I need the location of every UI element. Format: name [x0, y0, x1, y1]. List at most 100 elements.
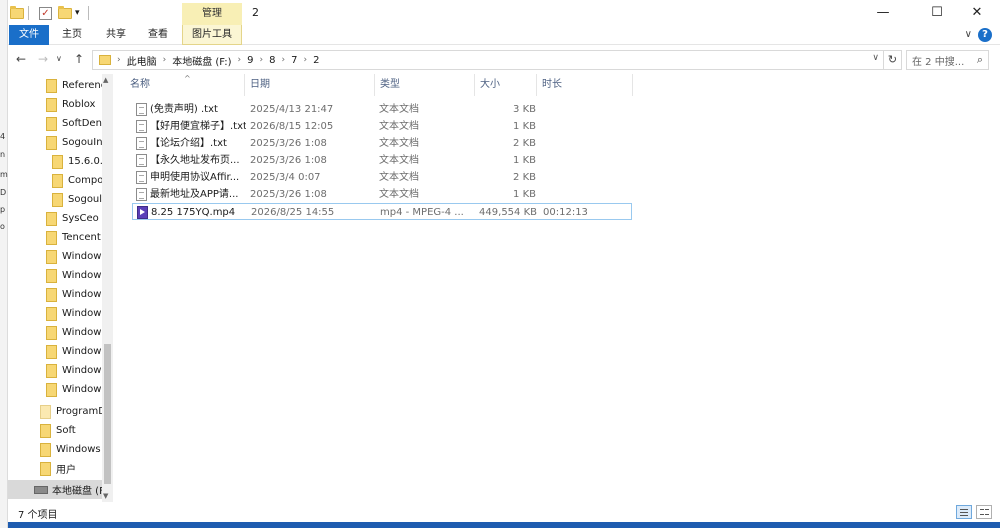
quick-access-folder-icon[interactable] [10, 5, 24, 21]
new-folder-icon[interactable] [58, 5, 72, 21]
nav-item-soft[interactable]: Soft [40, 421, 102, 440]
nav-item-reference[interactable]: Reference [46, 76, 102, 95]
file-row[interactable]: 【好用便宜梯子】.txt 2026/8/15 12:05 文本文档 1 KB [132, 118, 632, 135]
file-size: 2 KB [513, 138, 536, 149]
column-header-name[interactable]: 名称 [124, 74, 244, 96]
column-header-size[interactable]: 大小 [474, 74, 536, 96]
file-name: 【好用便宜梯子】.txt [150, 121, 246, 132]
file-row[interactable]: (免责声明) .txt 2025/4/13 21:47 文本文档 3 KB [132, 101, 632, 118]
folder-icon [99, 55, 111, 65]
nav-item-softdeno[interactable]: SoftDeno [46, 114, 102, 133]
text-document-icon [136, 103, 147, 116]
chevron-right-icon[interactable]: › [161, 55, 169, 65]
file-row-selected[interactable]: 8.25 175YQ.mp4 2026/8/25 14:55 mp4 - MPE… [132, 203, 632, 220]
column-header-type[interactable]: 类型 [374, 74, 474, 96]
address-dropdown-icon[interactable]: ∨ [872, 53, 879, 63]
properties-check-icon[interactable]: ✓ [39, 5, 52, 21]
mp4-video-icon [137, 206, 148, 219]
nav-item-local-disk-f[interactable]: 本地磁盘 (F: [6, 480, 102, 499]
minimize-button[interactable]: — [860, 0, 906, 25]
nav-item-windows-2[interactable]: Window [46, 266, 102, 285]
details-view-button[interactable] [956, 505, 972, 519]
nav-scrollbar-thumb[interactable] [104, 344, 111, 484]
nav-scrollbar[interactable]: ▲ ▼ [102, 74, 113, 502]
nav-item-windows-8[interactable]: Window [46, 380, 102, 399]
file-duration [542, 169, 612, 186]
address-toolbar: ← → ∨ ↑ › 此电脑 › 本地磁盘 (F:) › 9 › 8 › 7 › … [6, 46, 1000, 74]
file-type: 文本文档 [379, 121, 419, 132]
file-row[interactable]: 【论坛介绍】.txt 2025/3/26 1:08 文本文档 2 KB [132, 135, 632, 152]
nav-item-windows[interactable]: Windows [40, 440, 102, 459]
nav-item-roblox[interactable]: Roblox [46, 95, 102, 114]
file-row[interactable]: 最新地址及APP请... 2025/3/26 1:08 文本文档 1 KB [132, 186, 632, 203]
address-bar[interactable]: › 此电脑 › 本地磁盘 (F:) › 9 › 8 › 7 › 2 ∨ [92, 50, 884, 70]
nav-item-sysceo[interactable]: SysCeo [46, 209, 102, 228]
nav-item-components[interactable]: Compo [52, 171, 102, 190]
chevron-right-icon[interactable]: › [236, 55, 244, 65]
breadcrumb-this-pc[interactable]: 此电脑 [123, 53, 161, 68]
nav-item-sogouinput[interactable]: SogouIn [46, 133, 102, 152]
help-icon[interactable]: ? [978, 28, 992, 42]
tab-file[interactable]: 文件 [9, 25, 49, 45]
tab-picture-tools[interactable]: 图片工具 [182, 25, 242, 45]
search-input[interactable]: 在 2 中搜... ⌕ [906, 50, 989, 70]
back-arrow-icon[interactable]: ← [16, 52, 26, 66]
nav-item-windows-6[interactable]: Window [46, 342, 102, 361]
file-duration [542, 186, 612, 203]
forward-arrow-icon[interactable]: → [38, 52, 48, 66]
file-size: 2 KB [513, 172, 536, 183]
file-name: 【论坛介绍】.txt [150, 138, 227, 149]
quick-access-dropdown-icon[interactable]: ▾ [75, 5, 80, 21]
column-header-date[interactable]: 日期 [244, 74, 374, 96]
file-type: 文本文档 [379, 104, 419, 115]
file-type: mp4 - MPEG-4 ... [380, 207, 464, 218]
file-type: 文本文档 [379, 138, 419, 149]
manage-context-tab[interactable]: 管理 [182, 3, 242, 25]
nav-item-tencent[interactable]: Tencent [46, 228, 102, 247]
up-arrow-icon[interactable]: ↑ [74, 52, 84, 66]
tab-home[interactable]: 主页 [56, 25, 88, 45]
nav-item-programdata[interactable]: ProgramD [40, 402, 102, 421]
breadcrumb-9[interactable]: 9 [243, 55, 257, 66]
breadcrumb-2[interactable]: 2 [309, 55, 323, 66]
nav-item-windows-5[interactable]: Window [46, 323, 102, 342]
chevron-right-icon[interactable]: › [258, 55, 266, 65]
tab-view[interactable]: 查看 [142, 25, 174, 45]
breadcrumb-8[interactable]: 8 [265, 55, 279, 66]
recent-locations-icon[interactable]: ∨ [56, 54, 62, 63]
chevron-right-icon[interactable]: › [280, 55, 288, 65]
file-name: 【永久地址发布页... [150, 155, 240, 166]
chevron-right-icon[interactable]: › [302, 55, 310, 65]
title-bar: ✓ ▾ 管理 2 — ☐ ✕ [6, 0, 1000, 25]
scroll-up-icon[interactable]: ▲ [103, 76, 108, 84]
file-duration [542, 152, 612, 169]
item-count: 7 个项目 [18, 510, 58, 521]
scroll-down-icon[interactable]: ▼ [103, 492, 108, 500]
close-button[interactable]: ✕ [954, 0, 1000, 25]
nav-item-windows-7[interactable]: Window [46, 361, 102, 380]
expand-ribbon-icon[interactable]: ∨ [965, 29, 972, 40]
file-duration [542, 101, 612, 118]
file-type: 文本文档 [379, 189, 419, 200]
file-name: 申明使用协议Affir... [150, 172, 240, 183]
file-date: 2025/3/26 1:08 [250, 138, 327, 149]
file-row[interactable]: 【永久地址发布页... 2025/3/26 1:08 文本文档 1 KB [132, 152, 632, 169]
nav-item-windows-3[interactable]: Window [46, 285, 102, 304]
drive-icon [34, 485, 48, 494]
nav-item-sogou[interactable]: Sogoul [52, 190, 102, 209]
large-icons-view-button[interactable] [976, 505, 992, 519]
refresh-icon[interactable]: ↻ [884, 50, 902, 70]
background-window-edge: 4 n m D p o [0, 0, 8, 528]
navigation-pane: Reference Roblox SoftDeno SogouIn 15.6.0… [6, 74, 114, 502]
column-header-duration[interactable]: 时长 [536, 74, 632, 96]
nav-item-windows-4[interactable]: Window [46, 304, 102, 323]
tab-share[interactable]: 共享 [100, 25, 132, 45]
nav-item-version-folder[interactable]: 15.6.0.2 [52, 152, 102, 171]
nav-item-windows-1[interactable]: Window [46, 247, 102, 266]
nav-item-users[interactable]: 用户 [40, 459, 102, 478]
breadcrumb-drive-f[interactable]: 本地磁盘 (F:) [168, 53, 235, 68]
file-type: 文本文档 [379, 155, 419, 166]
file-row[interactable]: 申明使用协议Affir... 2025/3/4 0:07 文本文档 2 KB [132, 169, 632, 186]
file-date: 2026/8/15 12:05 [250, 121, 334, 132]
breadcrumb-7[interactable]: 7 [287, 55, 301, 66]
